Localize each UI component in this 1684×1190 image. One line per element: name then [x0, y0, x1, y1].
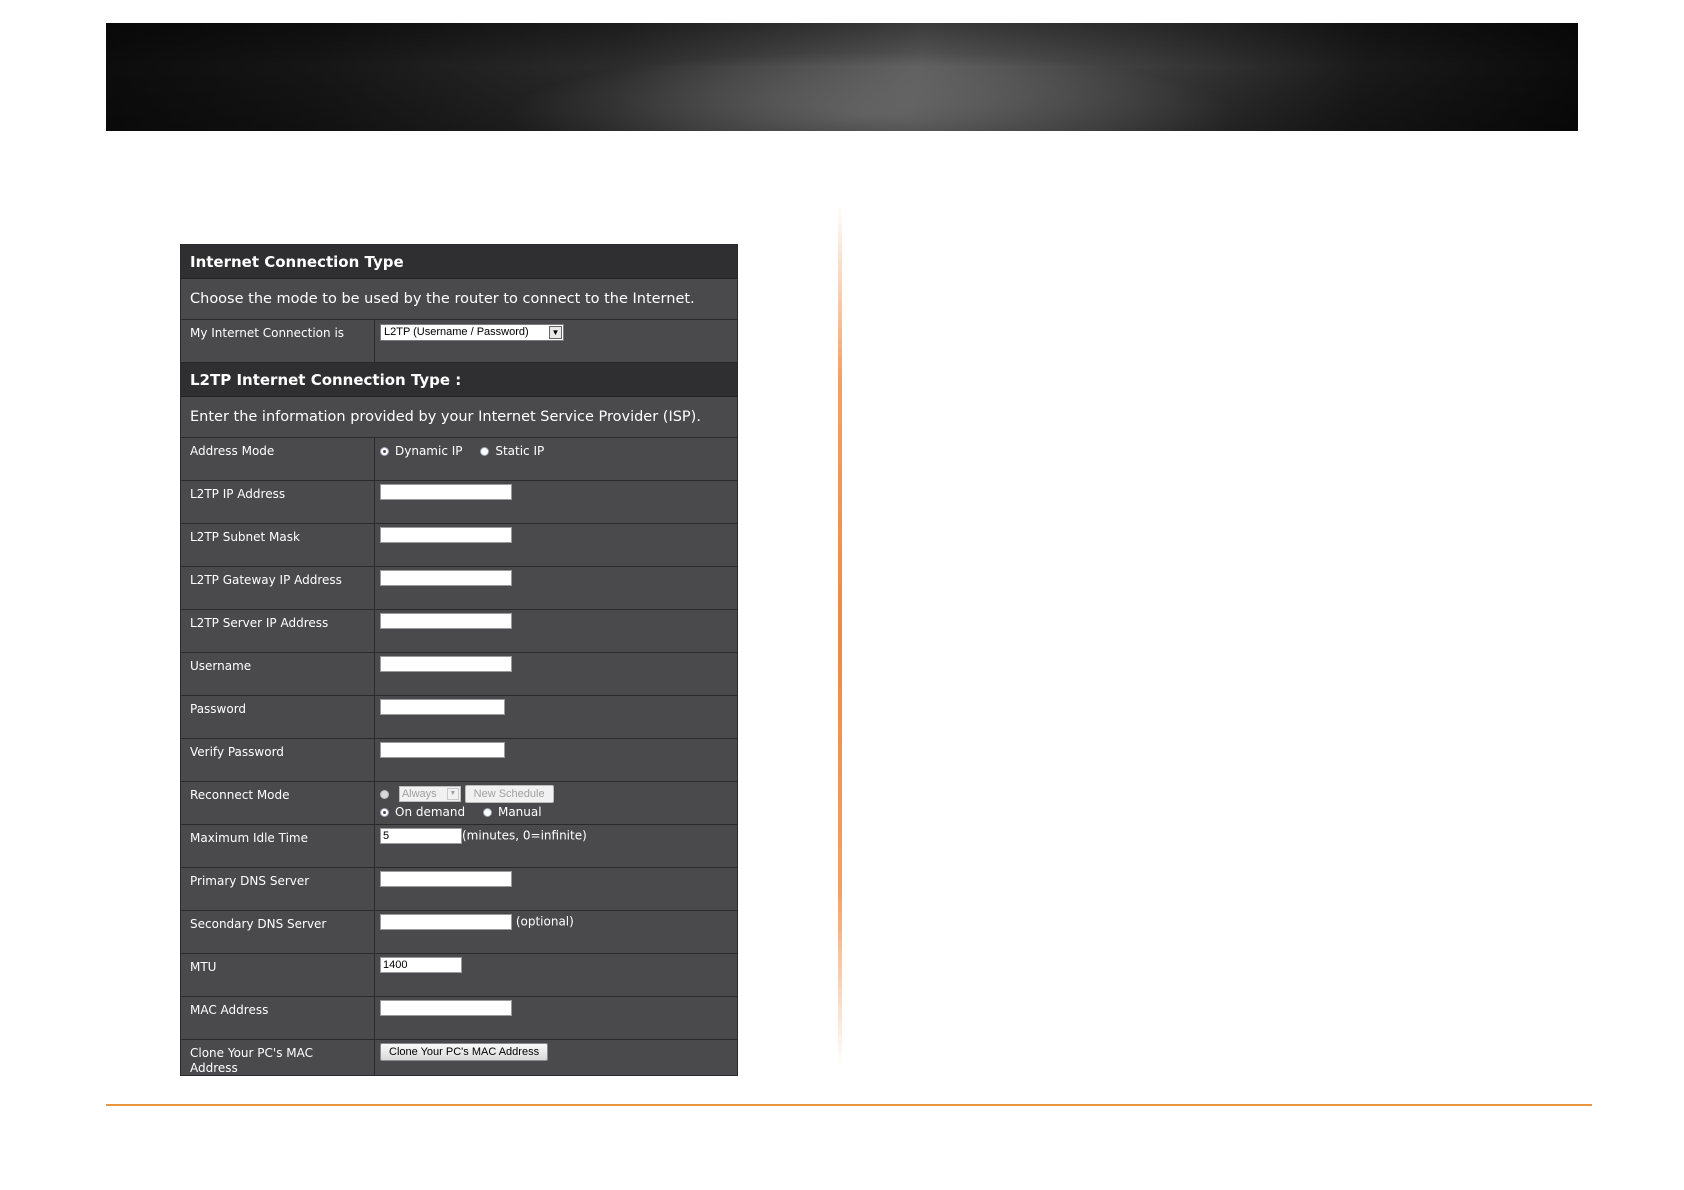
row-separator: [374, 653, 375, 695]
row-separator: [374, 320, 375, 362]
section-description-connection: Choose the mode to be used by the router…: [181, 279, 737, 320]
row-address-mode: Address Mode Dynamic IP Static IP: [181, 438, 737, 481]
mtu-label: MTU: [190, 960, 217, 974]
l2tp-gateway-input[interactable]: [380, 570, 512, 586]
new-schedule-button[interactable]: New Schedule: [464, 785, 554, 803]
row-separator: [374, 481, 375, 523]
address-mode-label: Address Mode: [190, 444, 275, 458]
connection-type-label: My Internet Connection is: [190, 326, 345, 340]
row-separator: [374, 997, 375, 1039]
password-input[interactable]: [380, 699, 505, 715]
section-description-l2tp: Enter the information provided by your I…: [181, 397, 737, 438]
row-connection-type: My Internet Connection is L2TP (Username…: [181, 320, 737, 363]
dynamic-ip-label: Dynamic IP: [395, 444, 463, 458]
row-clone-mac: Clone Your PC's MAC Address Clone Your P…: [181, 1040, 737, 1076]
schedule-select-value: Always: [401, 788, 437, 800]
static-ip-radio[interactable]: [480, 447, 490, 456]
manual-radio[interactable]: [482, 808, 492, 817]
secondary-dns-input[interactable]: [380, 914, 512, 930]
l2tp-gateway-label: L2TP Gateway IP Address: [190, 573, 342, 587]
max-idle-time-label: Maximum Idle Time: [190, 831, 308, 845]
row-reconnect-mode: Reconnect Mode Always ▼ New Schedule On …: [181, 782, 737, 825]
row-max-idle-time: Maximum Idle Time 5 (minutes, 0=infinite): [181, 825, 737, 868]
header-banner: [106, 23, 1578, 131]
verify-password-input[interactable]: [380, 742, 505, 758]
section-header-l2tp: L2TP Internet Connection Type :: [181, 363, 737, 397]
row-username: Username: [181, 653, 737, 696]
connection-type-select[interactable]: L2TP (Username / Password) ▼: [380, 324, 564, 341]
l2tp-ip-address-label: L2TP IP Address: [190, 487, 286, 501]
row-primary-dns: Primary DNS Server: [181, 868, 737, 911]
row-l2tp-ip-address: L2TP IP Address: [181, 481, 737, 524]
vertical-divider: [838, 205, 842, 1065]
row-separator: [374, 739, 375, 781]
secondary-dns-hint: (optional): [515, 914, 574, 929]
row-l2tp-subnet-mask: L2TP Subnet Mask: [181, 524, 737, 567]
row-separator: [374, 868, 375, 910]
mac-address-input[interactable]: [380, 1000, 512, 1016]
password-label: Password: [190, 702, 247, 716]
row-mac-address: MAC Address: [181, 997, 737, 1040]
l2tp-ip-address-input[interactable]: [380, 484, 512, 500]
primary-dns-input[interactable]: [380, 871, 512, 887]
chevron-down-icon: ▼: [446, 788, 459, 800]
row-separator: [374, 825, 375, 867]
l2tp-server-input[interactable]: [380, 613, 512, 629]
clone-mac-button[interactable]: Clone Your PC's MAC Address: [380, 1043, 549, 1061]
dynamic-ip-radio[interactable]: [380, 447, 389, 456]
l2tp-subnet-mask-input[interactable]: [380, 527, 512, 543]
on-demand-radio[interactable]: [380, 808, 389, 817]
l2tp-server-label: L2TP Server IP Address: [190, 616, 329, 630]
row-secondary-dns: Secondary DNS Server (optional): [181, 911, 737, 954]
connection-type-select-value: L2TP (Username / Password): [384, 326, 529, 338]
row-separator: [374, 782, 375, 824]
username-label: Username: [190, 659, 252, 673]
mac-address-label: MAC Address: [190, 1003, 269, 1017]
row-separator: [374, 524, 375, 566]
l2tp-subnet-mask-label: L2TP Subnet Mask: [190, 530, 300, 544]
reconnect-mode-label: Reconnect Mode: [190, 788, 290, 802]
row-l2tp-server: L2TP Server IP Address: [181, 610, 737, 653]
max-idle-time-input[interactable]: 5: [380, 828, 462, 844]
schedule-select[interactable]: Always ▼: [398, 786, 461, 802]
clone-mac-label: Clone Your PC's MAC Address: [190, 1046, 313, 1075]
row-separator: [374, 567, 375, 609]
manual-label: Manual: [497, 805, 542, 819]
username-input[interactable]: [380, 656, 512, 672]
row-mtu: MTU 1400: [181, 954, 737, 997]
row-password: Password: [181, 696, 737, 739]
section-header-connection-type: Internet Connection Type: [181, 245, 737, 279]
secondary-dns-label: Secondary DNS Server: [190, 917, 327, 931]
verify-password-label: Verify Password: [190, 745, 284, 759]
mtu-input[interactable]: 1400: [380, 957, 462, 973]
on-demand-label: On demand: [395, 805, 466, 819]
static-ip-label: Static IP: [495, 444, 545, 458]
row-verify-password: Verify Password: [181, 739, 737, 782]
footer-divider: [106, 1104, 1592, 1106]
max-idle-time-hint: (minutes, 0=infinite): [462, 828, 587, 843]
settings-panel: Internet Connection Type Choose the mode…: [180, 244, 738, 1076]
primary-dns-label: Primary DNS Server: [190, 874, 310, 888]
row-separator: [374, 438, 375, 480]
chevron-down-icon: ▼: [549, 326, 562, 339]
always-on-radio[interactable]: [380, 789, 389, 799]
row-separator: [374, 610, 375, 652]
row-separator: [374, 1040, 375, 1076]
row-separator: [374, 696, 375, 738]
row-separator: [374, 911, 375, 953]
row-l2tp-gateway: L2TP Gateway IP Address: [181, 567, 737, 610]
row-separator: [374, 954, 375, 996]
